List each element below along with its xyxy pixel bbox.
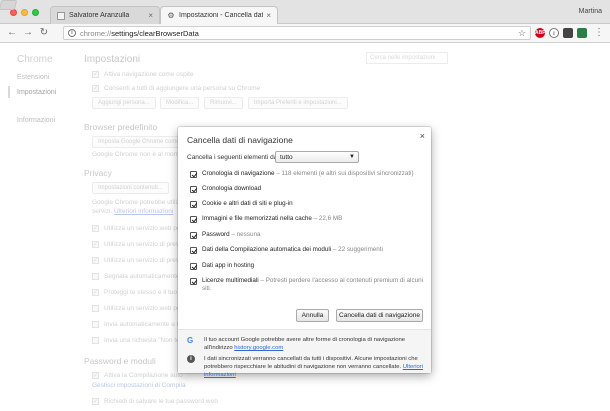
new-tab-button[interactable]	[0, 0, 18, 10]
clear-browsing-data-dialog: Cancella dati di navigazione × Cancella …	[178, 127, 431, 378]
checkbox[interactable]	[190, 186, 197, 193]
google-icon: G	[187, 336, 194, 345]
option-cache[interactable]: Immagini e file memorizzati nella cache …	[190, 215, 426, 223]
page-icon	[57, 11, 65, 20]
forward-arrow-icon[interactable]: →	[22, 27, 34, 39]
tab-label: Salvatore Aranzulla	[69, 12, 130, 19]
dialog-title: Cancella dati di navigazione	[187, 135, 293, 145]
google-history-link[interactable]: history.google.com	[234, 345, 283, 351]
extension-icon[interactable]	[563, 28, 573, 38]
checkbox[interactable]	[190, 278, 197, 285]
period-label: Cancella i seguenti elementi da:	[187, 154, 280, 161]
browser-toolbar: ← → ↻ i chrome://settings/clearBrowserDa…	[0, 24, 610, 43]
tab-aranzulla[interactable]: Salvatore Aranzulla ×	[50, 6, 160, 24]
clear-data-button[interactable]: Cancella dati di navigazione	[336, 309, 423, 322]
tab-close-icon[interactable]: ×	[148, 11, 153, 20]
cancel-button[interactable]: Annulla	[296, 309, 329, 322]
tab-close-icon[interactable]: ×	[266, 11, 271, 20]
tab-label: Impostazioni - Cancella dati di	[179, 12, 264, 19]
close-icon[interactable]: ×	[420, 131, 425, 141]
dialog-footer: G Il tuo account Google potrebbe avere a…	[178, 329, 431, 378]
back-arrow-icon[interactable]: ←	[6, 27, 18, 39]
google-history-notice: G Il tuo account Google potrebbe avere a…	[187, 336, 406, 351]
url-text: chrome://settings/clearBrowserData	[80, 28, 199, 38]
close-window-button[interactable]	[10, 9, 17, 16]
info-icon: i	[187, 355, 195, 363]
option-passwords[interactable]: Password – nessuna	[190, 231, 426, 239]
minimize-window-button[interactable]	[21, 9, 28, 16]
title-bar: Salvatore Aranzulla × ⚙ Impostazioni - C…	[0, 0, 610, 24]
info-extension-icon[interactable]: i	[549, 28, 559, 38]
option-browsing-history[interactable]: Cronologia di navigazione – 118 elementi…	[190, 170, 426, 178]
checkbox[interactable]	[190, 171, 197, 178]
checkbox[interactable]	[190, 247, 197, 254]
maximize-window-button[interactable]	[32, 9, 39, 16]
browser-window: Salvatore Aranzulla × ⚙ Impostazioni - C…	[0, 0, 610, 411]
option-autofill[interactable]: Dati della Compilazione automatica dei m…	[190, 246, 426, 254]
checkbox[interactable]	[190, 263, 197, 270]
profile-name[interactable]: Martina	[579, 8, 602, 15]
address-bar[interactable]: i chrome://settings/clearBrowserData ☆	[63, 26, 531, 40]
reload-icon[interactable]: ↻	[38, 27, 50, 39]
bookmark-star-icon[interactable]: ☆	[518, 28, 526, 39]
chevron-down-icon: ▼	[349, 154, 355, 160]
option-download-history[interactable]: Cronologia download	[190, 185, 426, 193]
sync-notice: i I dati sincronizzati verranno cancella…	[187, 355, 427, 379]
checkbox[interactable]	[190, 216, 197, 223]
gear-icon: ⚙	[167, 10, 175, 20]
chrome-menu-icon[interactable]: ⋮	[594, 27, 604, 39]
adblock-extension-icon[interactable]: ABP	[535, 28, 546, 38]
extension-icon[interactable]	[577, 28, 587, 38]
checkbox[interactable]	[190, 232, 197, 239]
info-icon[interactable]: i	[68, 29, 76, 37]
option-cookies[interactable]: Cookie e altri dati di siti e plug-in	[190, 200, 426, 208]
checkbox[interactable]	[190, 201, 197, 208]
option-hosted-apps[interactable]: Dati app in hosting	[190, 262, 426, 270]
tab-settings[interactable]: ⚙ Impostazioni - Cancella dati di ×	[160, 6, 278, 24]
time-period-select[interactable]: tutto ▼	[275, 151, 359, 163]
option-media-licenses[interactable]: Licenze multimediali – Potresti perdere …	[190, 277, 426, 293]
